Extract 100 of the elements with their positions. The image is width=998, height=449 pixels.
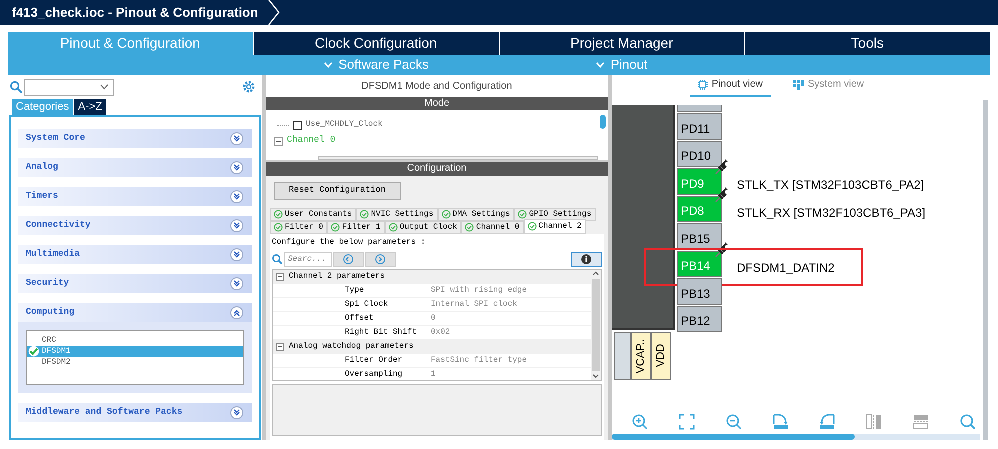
parameter-value[interactable]: 0x02 bbox=[431, 326, 450, 338]
chip-icon bbox=[698, 80, 708, 90]
config-tab[interactable]: Filter 1 bbox=[327, 221, 385, 234]
main-tab[interactable]: Clock Configuration bbox=[254, 32, 498, 55]
section-header: Configuration bbox=[266, 162, 608, 176]
check-circle-icon bbox=[274, 223, 283, 232]
fit-screen-icon[interactable] bbox=[678, 414, 695, 430]
pin[interactable]: PD10 bbox=[677, 140, 722, 167]
parameter-value[interactable]: 1 bbox=[431, 368, 436, 380]
instruction-text: Configure the below parameters : bbox=[271, 237, 427, 249]
caret-icon bbox=[100, 84, 109, 90]
double-chevron-icon bbox=[230, 218, 244, 232]
scrollbar-thumb[interactable] bbox=[592, 279, 600, 371]
scrollbar[interactable] bbox=[591, 270, 601, 380]
category-header[interactable]: Connectivity bbox=[18, 216, 252, 235]
parameter-name: Filter Order bbox=[345, 354, 404, 366]
vertical-split-icon[interactable] bbox=[866, 414, 882, 430]
settings-icon[interactable] bbox=[242, 80, 256, 94]
search-combo[interactable] bbox=[24, 78, 114, 96]
category-header[interactable]: Computing bbox=[18, 303, 252, 322]
search-icon bbox=[272, 254, 283, 264]
info-button[interactable] bbox=[571, 252, 602, 266]
category-header[interactable]: Timers bbox=[18, 187, 252, 206]
signal-label: DFSDM1_DATIN2 bbox=[737, 260, 835, 276]
config-tab[interactable]: User Constants bbox=[270, 208, 356, 221]
section-header: Mode bbox=[266, 97, 608, 110]
reset-button[interactable]: Reset Configuration bbox=[274, 182, 401, 200]
group-title: Analog watchdog parameters bbox=[289, 341, 414, 353]
grid-icon bbox=[793, 80, 804, 90]
rotate-right-icon[interactable] bbox=[772, 414, 789, 430]
zoom-in-icon[interactable] bbox=[632, 414, 648, 430]
horizontal-split-icon[interactable] bbox=[913, 414, 930, 430]
window-title: f413_check.ioc - Pinout & Configuration bbox=[11, 4, 260, 22]
parameter-name: Offset bbox=[345, 312, 375, 324]
check-circle-icon bbox=[528, 222, 537, 231]
category-header[interactable]: Middleware and Software Packs bbox=[18, 403, 252, 422]
view-tab[interactable]: Pinout view bbox=[690, 77, 771, 97]
parameter-value[interactable]: 0 bbox=[431, 312, 436, 324]
parameter-name: Spi Clock bbox=[345, 298, 390, 310]
config-tab[interactable]: DMA Settings bbox=[438, 208, 514, 221]
parameter-name: Right Bit Shift bbox=[345, 326, 418, 338]
scrollbar-thumb[interactable] bbox=[600, 115, 606, 129]
double-chevron-icon bbox=[230, 248, 244, 262]
pin[interactable]: PB12 bbox=[677, 306, 722, 332]
parameter-value[interactable]: SPI with rising edge bbox=[431, 284, 528, 296]
check-circle-icon bbox=[274, 210, 283, 219]
info-icon bbox=[581, 254, 592, 264]
search-icon[interactable] bbox=[960, 414, 976, 430]
pin[interactable] bbox=[677, 105, 722, 112]
rotate-left-icon[interactable] bbox=[819, 414, 836, 430]
category-header[interactable]: System Core bbox=[18, 129, 252, 148]
check-circle-icon bbox=[518, 210, 528, 219]
parameter-name: Type bbox=[345, 284, 366, 296]
config-tab[interactable]: Channel 0 bbox=[461, 221, 524, 234]
pin[interactable]: PB13 bbox=[677, 278, 722, 304]
view-tab[interactable]: System view bbox=[785, 77, 872, 97]
view-tab[interactable]: A->Z bbox=[74, 99, 106, 115]
pin-label: VDD bbox=[654, 344, 668, 368]
search-field[interactable]: Searc... bbox=[284, 252, 332, 266]
pin[interactable] bbox=[614, 332, 631, 380]
peripheral-item[interactable]: DFSDM2 bbox=[27, 357, 243, 368]
collapse-icon[interactable] bbox=[276, 273, 284, 281]
collapse-icon[interactable] bbox=[274, 136, 283, 146]
caret-icon bbox=[324, 62, 333, 68]
previous-button[interactable] bbox=[333, 252, 364, 266]
collapse-icon[interactable] bbox=[276, 343, 284, 351]
config-tab[interactable]: Channel 2 bbox=[524, 219, 586, 234]
config-tab[interactable]: Filter 0 bbox=[270, 221, 328, 234]
peripheral-item[interactable]: CRC bbox=[27, 335, 243, 346]
panel-title: DFSDM1 Mode and Configuration bbox=[362, 80, 512, 94]
double-chevron-icon bbox=[230, 132, 244, 146]
pin[interactable]: PB15 bbox=[677, 223, 722, 250]
scrollbar-thumb[interactable] bbox=[612, 434, 855, 440]
category-header[interactable]: Analog bbox=[18, 158, 252, 177]
double-chevron-icon bbox=[230, 306, 244, 320]
checkbox[interactable] bbox=[293, 120, 302, 130]
check-circle-icon bbox=[331, 223, 340, 232]
double-chevron-icon bbox=[230, 190, 244, 204]
double-chevron-icon bbox=[230, 276, 244, 290]
search-icon bbox=[10, 80, 23, 94]
pin[interactable]: PD11 bbox=[677, 113, 722, 140]
parameter-value[interactable]: Internal SPI clock bbox=[431, 298, 518, 310]
main-tab[interactable]: Tools bbox=[745, 32, 990, 55]
scrollbar[interactable] bbox=[983, 100, 988, 440]
main-tab[interactable]: Project Manager bbox=[500, 32, 744, 55]
option-label: Use_MCHDLY_Clock bbox=[306, 119, 383, 131]
category-header[interactable]: Multimedia bbox=[18, 245, 252, 264]
category-header[interactable]: Security bbox=[18, 274, 252, 293]
next-button[interactable] bbox=[365, 252, 396, 266]
check-circle-icon bbox=[442, 210, 451, 219]
signal-label: STLK_TX [STM32F103CBT6_PA2] bbox=[737, 177, 924, 194]
zoom-out-icon[interactable] bbox=[726, 414, 742, 430]
config-tab[interactable]: Output Clock bbox=[384, 221, 462, 234]
caret-icon bbox=[596, 62, 605, 68]
double-chevron-icon bbox=[230, 160, 244, 174]
double-chevron-icon bbox=[230, 406, 244, 420]
signal-label: STLK_RX [STM32F103CBT6_PA3] bbox=[737, 204, 926, 222]
parameter-value[interactable]: FastSinc filter type bbox=[431, 354, 528, 366]
config-tab[interactable]: NVIC Settings bbox=[356, 208, 438, 221]
check-circle-icon bbox=[360, 210, 370, 219]
